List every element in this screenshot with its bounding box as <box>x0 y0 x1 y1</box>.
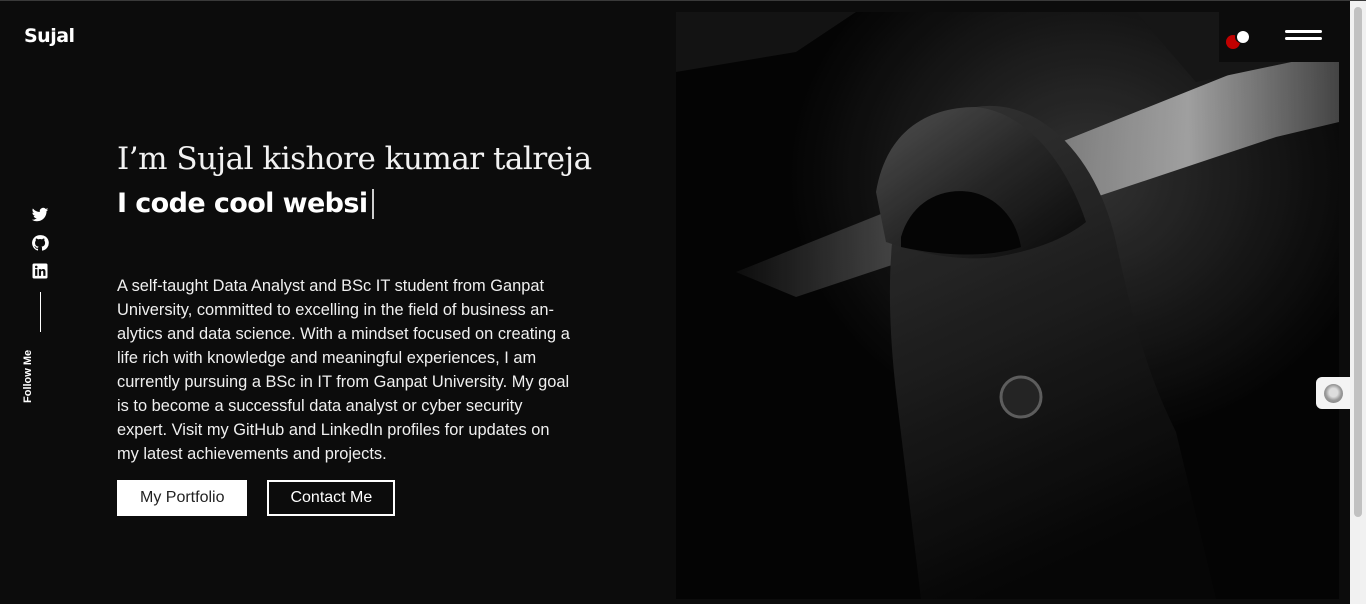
follow-me-label: Follow Me <box>22 349 34 403</box>
hero-section: I’m Sujal kishore kumar talreja I code c… <box>117 139 592 466</box>
menu-bar <box>1285 37 1322 40</box>
hero-greeting: I’m Sujal kishore kumar talreja <box>117 141 592 177</box>
hamburger-menu-icon[interactable] <box>1285 30 1322 46</box>
hero-description: A self-taught Data Analyst and BSc IT st… <box>117 277 570 463</box>
linkedin-icon[interactable] <box>31 262 49 280</box>
theme-toggle-icon[interactable] <box>1226 29 1252 51</box>
my-portfolio-button[interactable]: My Portfolio <box>117 480 248 516</box>
typing-text: I code cool websi <box>117 188 368 219</box>
scrollbar-thumb[interactable] <box>1354 7 1362 517</box>
theme-dot-white <box>1237 31 1249 43</box>
twitter-icon[interactable] <box>31 206 49 224</box>
hero-buttons: My Portfolio Contact Me <box>117 480 396 516</box>
contact-me-button[interactable]: Contact Me <box>267 480 396 516</box>
social-links <box>30 206 50 332</box>
hooded-figure-image <box>676 12 1339 599</box>
floating-widget-button[interactable] <box>1316 377 1350 409</box>
typing-cursor <box>371 189 374 219</box>
hero-photo-hooded-figure <box>676 12 1339 599</box>
site-logo[interactable]: Sujal <box>24 25 75 47</box>
github-icon[interactable] <box>31 234 49 252</box>
page-scrollbar[interactable] <box>1350 1 1366 604</box>
widget-disc-icon <box>1324 384 1343 403</box>
menu-bar <box>1285 30 1322 33</box>
hero-typing-line: I code cool websi <box>117 184 577 224</box>
social-divider-line <box>39 292 41 332</box>
